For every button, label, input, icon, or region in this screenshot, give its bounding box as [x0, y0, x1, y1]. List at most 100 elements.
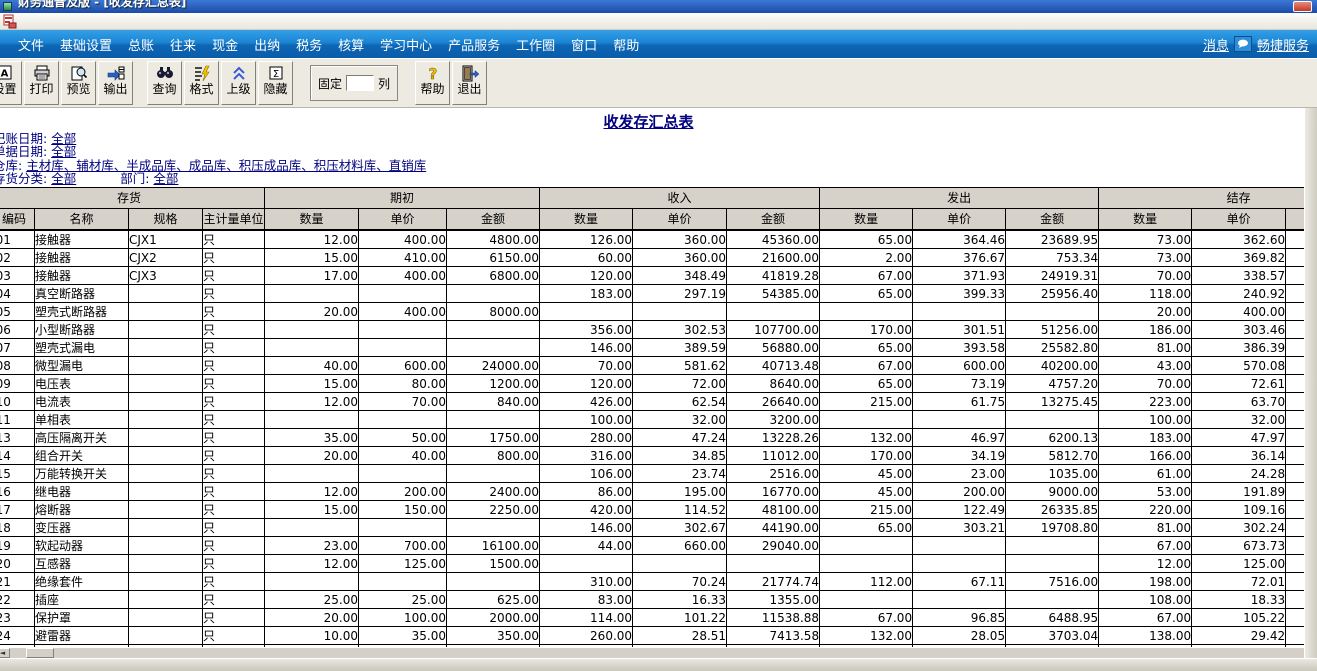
cell-opening-qty: 15.00	[265, 375, 359, 393]
table-row: 003 接触器 CJX3 只 17.00 400.00 6800.00 120.…	[0, 267, 1304, 285]
preview-button[interactable]: 预览	[61, 61, 96, 105]
cell-receipt-price: 16.33	[633, 591, 727, 609]
window-frame-right	[1304, 108, 1317, 671]
cell-receipt-price: 660.00	[633, 537, 727, 555]
close-button[interactable]	[1293, 1, 1312, 12]
cell-unit: 只	[203, 537, 265, 555]
cell-issue-amount: 6200.13	[1006, 429, 1099, 447]
cell-unit: 只	[203, 465, 265, 483]
menu-item[interactable]: 文件	[10, 32, 52, 57]
cell-opening-price	[359, 519, 447, 537]
cell-receipt-qty: 310.00	[540, 573, 633, 591]
cell-issue-amount: 25582.80	[1006, 339, 1099, 357]
cell-balance-price: 63.70	[1192, 393, 1286, 411]
menu-item[interactable]: 往来	[162, 32, 204, 57]
help-button[interactable]: ? 帮助	[415, 61, 450, 105]
scrollbar-thumb[interactable]	[26, 648, 54, 658]
message-bubble-icon[interactable]	[1234, 36, 1252, 52]
print-button[interactable]: 打印	[24, 61, 59, 105]
scroll-left-arrow-icon[interactable]: ◄	[0, 648, 10, 658]
cell-receipt-qty: 70.00	[540, 357, 633, 375]
cell-receipt-price: 101.22	[633, 609, 727, 627]
column-header[interactable]: 数量	[820, 208, 913, 230]
menu-item[interactable]: 帮助	[605, 32, 647, 57]
cell-unit: 只	[203, 627, 265, 645]
column-header[interactable]: 金额	[1286, 208, 1304, 230]
cell-issue-amount: 19708.80	[1006, 519, 1099, 537]
cell-name: 接触器	[35, 249, 129, 267]
fixed-columns-input[interactable]	[346, 75, 374, 91]
cell-issue-amount	[1006, 555, 1099, 573]
cell-spec: CJX3	[129, 267, 203, 285]
column-header[interactable]: 规格	[129, 208, 203, 230]
column-header[interactable]: 单价	[359, 208, 447, 230]
cell-spec	[129, 465, 203, 483]
filter-category-value[interactable]: 全部	[51, 171, 76, 186]
column-header[interactable]: 金额	[1006, 208, 1099, 230]
cell-balance-qty: 73.00	[1099, 249, 1192, 267]
menu-item[interactable]: 出纳	[246, 32, 288, 57]
format-button[interactable]: 格式	[184, 61, 219, 105]
table-row: 013 高压隔离开关 只 35.00 50.00 1750.00 280.00 …	[0, 429, 1304, 447]
message-link[interactable]: 消息	[1203, 35, 1229, 54]
menu-item[interactable]: 核算	[330, 32, 372, 57]
cell-issue-price: 399.33	[913, 285, 1006, 303]
column-header[interactable]: 数量	[1099, 208, 1192, 230]
cell-balance-amount	[1286, 339, 1304, 357]
column-header[interactable]: 单价	[1192, 208, 1286, 230]
filter-warehouse-value[interactable]: 主材库、辅材库、半成品库、成品库、积压成品库、积压材料库、直销库	[26, 158, 426, 173]
cell-balance-qty: 166.00	[1099, 447, 1192, 465]
column-header[interactable]: 名称	[35, 208, 129, 230]
cell-opening-amount: 1500.00	[447, 555, 540, 573]
cell-opening-amount: 2400.00	[447, 483, 540, 501]
cell-unit: 只	[203, 321, 265, 339]
column-header[interactable]: 数量	[265, 208, 359, 230]
cell-opening-qty	[265, 465, 359, 483]
menu-item[interactable]: 产品服务	[440, 32, 508, 57]
uplevel-button[interactable]: 上级	[221, 61, 256, 105]
cell-unit: 只	[203, 249, 265, 267]
cell-unit: 只	[203, 375, 265, 393]
menu-item[interactable]: 窗口	[563, 32, 605, 57]
horizontal-scrollbar[interactable]: ◄	[0, 647, 1304, 658]
cell-receipt-qty: 183.00	[540, 285, 633, 303]
filter-dept-value[interactable]: 全部	[153, 171, 178, 186]
export-button[interactable]: 输出	[98, 61, 133, 105]
menu-item[interactable]: 学习中心	[372, 32, 440, 57]
cell-balance-price: 369.82	[1192, 249, 1286, 267]
menu-right-links: 消息 畅捷服务	[1203, 35, 1317, 54]
column-header[interactable]: 单价	[633, 208, 727, 230]
table-row: 018 变压器 只 146.00 302.67 44190.00 65.00 3…	[0, 519, 1304, 537]
column-header[interactable]: 单价	[913, 208, 1006, 230]
query-button[interactable]: 查询	[147, 61, 182, 105]
cell-issue-qty: 215.00	[820, 393, 913, 411]
cell-code: 020	[0, 555, 35, 573]
column-header[interactable]: 金额	[447, 208, 540, 230]
cell-spec	[129, 537, 203, 555]
exit-button[interactable]: 退出	[452, 61, 487, 105]
menu-item[interactable]: 基础设置	[52, 32, 120, 57]
cell-receipt-price: 297.19	[633, 285, 727, 303]
menu-item[interactable]: 总账	[120, 32, 162, 57]
column-header[interactable]: 编码	[0, 208, 35, 230]
menu-item[interactable]: 现金	[204, 32, 246, 57]
column-header[interactable]: 主计量单位	[203, 208, 265, 230]
service-link[interactable]: 畅捷服务	[1257, 35, 1309, 54]
cell-name: 保护罩	[35, 609, 129, 627]
column-header[interactable]: 数量	[540, 208, 633, 230]
cell-balance-price: 240.92	[1192, 285, 1286, 303]
column-header[interactable]: 金额	[727, 208, 820, 230]
cell-code: 002	[0, 249, 35, 267]
cell-issue-price: 303.21	[913, 519, 1006, 537]
summary-table: 存货 期初 收入 发出 结存 编码名称规格主计量单位数量单价金额数量单价金额数量…	[0, 187, 1304, 658]
fixed-columns-panel: 固定 列	[310, 65, 398, 101]
cell-receipt-amount: 45360.00	[727, 230, 820, 249]
menu-item[interactable]: 税务	[288, 32, 330, 57]
menu-item[interactable]: 工作圈	[508, 32, 563, 57]
hide-button[interactable]: Σ 隐藏	[258, 61, 293, 105]
settings-button[interactable]: A 设置	[0, 61, 22, 105]
cell-receipt-price: 360.00	[633, 249, 727, 267]
cell-opening-qty	[265, 321, 359, 339]
cell-code: 018	[0, 519, 35, 537]
cell-receipt-qty: 260.00	[540, 627, 633, 645]
